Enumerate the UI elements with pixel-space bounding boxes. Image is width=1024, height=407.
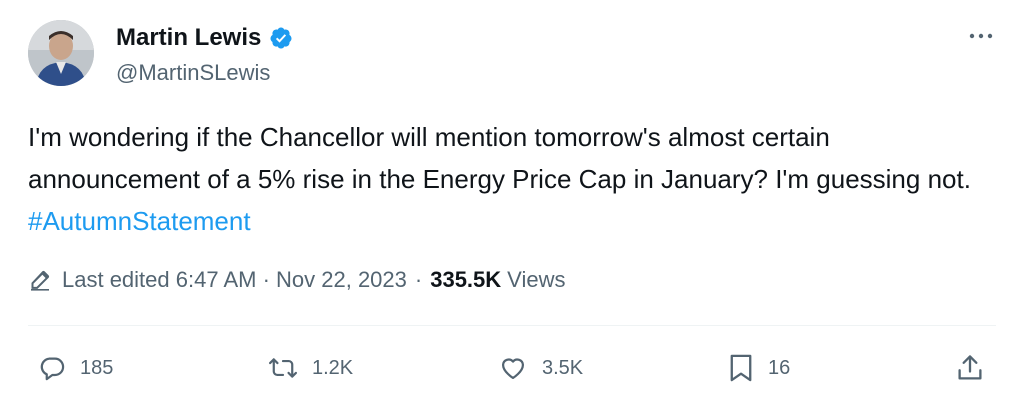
bookmark-count: 16 (768, 356, 791, 379)
share-button[interactable] (956, 346, 984, 390)
meta-separator: · (414, 267, 423, 292)
action-bar: 185 1.2K 3.5K 16 (0, 346, 1024, 390)
reply-icon (38, 354, 66, 382)
divider (28, 325, 996, 326)
more-options-button[interactable] (966, 26, 996, 46)
like-button[interactable]: 3.5K (498, 346, 583, 390)
tweet-meta: Last edited 6:47 AM · Nov 22, 2023 · 335… (28, 264, 565, 296)
author-display-name[interactable]: Martin Lewis (116, 22, 261, 54)
like-count: 3.5K (542, 356, 584, 379)
bookmark-icon (728, 353, 754, 383)
avatar-image (28, 20, 94, 86)
repost-count: 1.2K (312, 356, 354, 379)
avatar[interactable] (28, 20, 94, 86)
repost-button[interactable]: 1.2K (268, 346, 353, 390)
reply-button[interactable]: 185 (38, 346, 113, 390)
last-edited-link[interactable]: Last edited 6:47 AM · Nov 22, 2023 (62, 264, 407, 296)
tweet-card: Martin Lewis @MartinSLewis I'm wondering… (0, 0, 1024, 407)
views-label: Views (507, 267, 566, 292)
hashtag-link[interactable]: #AutumnStatement (28, 206, 251, 236)
verified-badge-icon (269, 26, 293, 50)
author-handle[interactable]: @MartinSLewis (116, 58, 270, 88)
more-icon (969, 33, 993, 39)
heart-icon (498, 354, 528, 382)
tweet-text-body: I'm wondering if the Chancellor will men… (28, 122, 971, 194)
bookmark-button[interactable]: 16 (728, 346, 790, 390)
pencil-icon (28, 268, 52, 292)
repost-icon (268, 354, 298, 382)
reply-count: 185 (80, 356, 114, 379)
author-name-row[interactable]: Martin Lewis (116, 22, 293, 54)
views-count: 335.5K (430, 267, 502, 292)
share-icon (956, 353, 984, 383)
tweet-text: I'm wondering if the Chancellor will men… (28, 116, 988, 242)
